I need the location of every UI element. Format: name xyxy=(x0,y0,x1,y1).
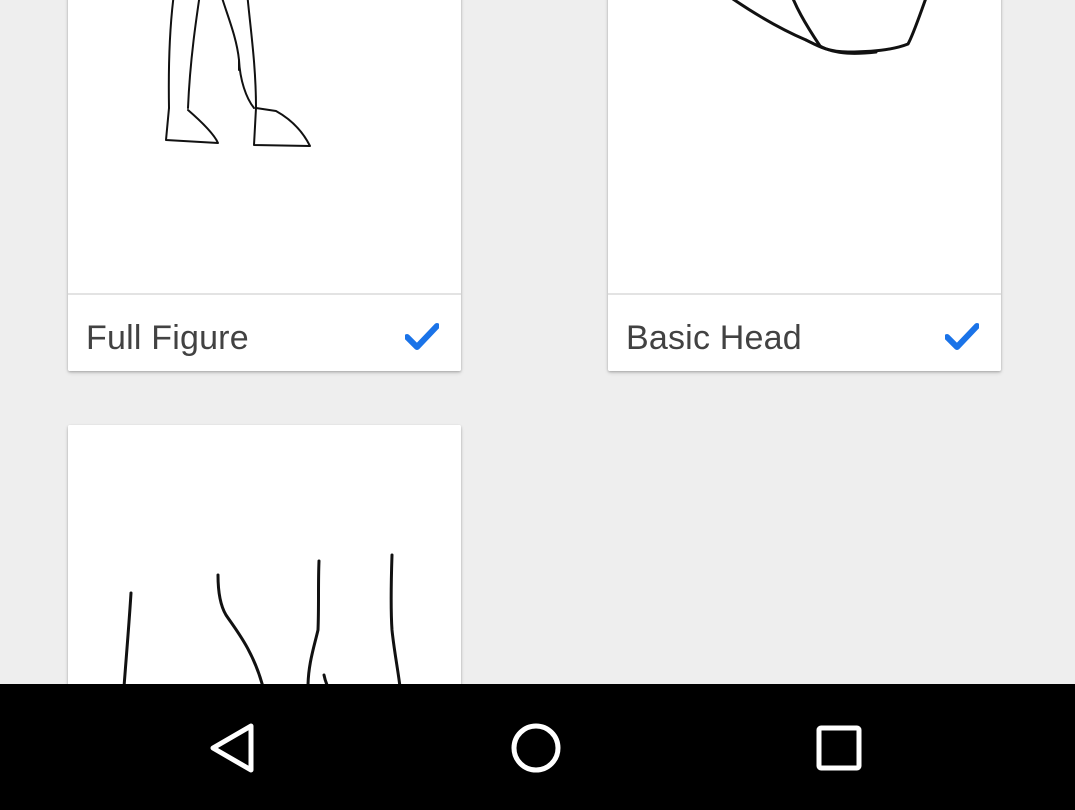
card-footer: Full Figure xyxy=(68,293,461,371)
full-figure-thumbnail xyxy=(68,0,461,293)
back-icon[interactable] xyxy=(193,716,273,780)
card-full-figure[interactable]: Full Figure xyxy=(68,0,461,371)
card-title: Basic Head xyxy=(626,319,802,357)
recents-icon[interactable] xyxy=(799,716,879,780)
tutorial-grid: Full Figure Basic Head xyxy=(0,0,1075,684)
basic-head-thumbnail xyxy=(608,0,1001,293)
card-footer: Basic Head xyxy=(608,293,1001,371)
checkmark-icon xyxy=(944,323,980,351)
card-basic-head[interactable]: Basic Head xyxy=(608,0,1001,371)
legs-thumbnail xyxy=(68,425,461,684)
home-icon[interactable] xyxy=(496,716,576,780)
card-legs[interactable] xyxy=(68,425,461,684)
checkmark-icon xyxy=(404,323,440,351)
navigation-bar xyxy=(0,684,1075,810)
card-title: Full Figure xyxy=(86,319,249,357)
